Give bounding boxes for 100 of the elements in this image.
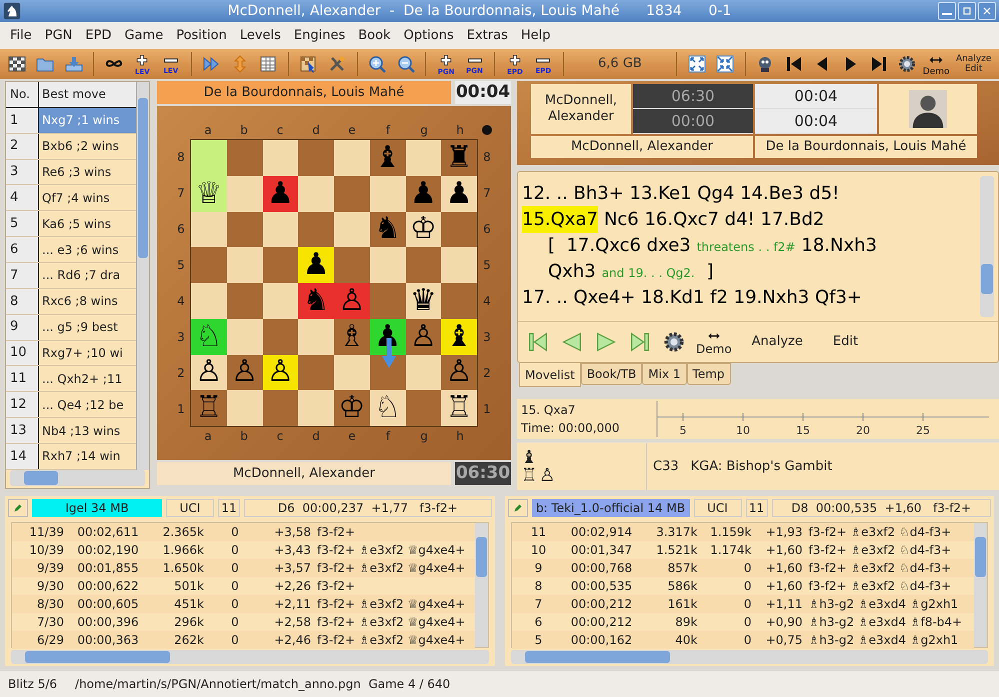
best-move-cell[interactable]: Bxb6 ;2 wins [39, 134, 136, 159]
move-text[interactable]: 17. .. Qxe4+ 18.Kd1 f2 19.Nxh3 Qf3+ [522, 284, 862, 311]
minus-icon [536, 58, 550, 63]
nps-cell-text: 0 [742, 560, 752, 577]
menu-item[interactable]: Game [118, 26, 170, 46]
nodes-cell-text: 451k [173, 596, 205, 613]
column-header[interactable]: Best move [39, 82, 136, 107]
minimize-button[interactable] [938, 2, 956, 20]
nodes-cell-text: 262k [173, 632, 205, 649]
pv-cell-text: f3-f2+ ♗e3xf2 ♕g4xe4+ [316, 596, 466, 613]
depth-cell-text: 6/29 [36, 632, 65, 649]
rank-label: 4 [482, 293, 492, 310]
chess-piece: ♖ [195, 393, 222, 424]
file-label: a [203, 122, 213, 139]
menu-item[interactable]: Position [170, 26, 233, 46]
dark-square [226, 283, 262, 319]
dark-square [441, 212, 477, 248]
move-text[interactable]: ] [700, 258, 714, 285]
vertical-scrollbar[interactable] [980, 176, 994, 317]
engine-summary: D8 00:00,535 +1,60 f3-f2+ [772, 499, 991, 517]
menu-item[interactable]: Options [398, 26, 460, 46]
menu-item[interactable]: EPD [79, 26, 118, 46]
move-text[interactable]: Nc6 16.Qxc7 d4! 17.Bd2 [604, 206, 824, 233]
vertical-scrollbar[interactable] [136, 82, 149, 470]
best-move-cell[interactable]: Rxg7+ ;10 wi [39, 340, 136, 366]
maximize-button[interactable] [958, 2, 976, 20]
menu-item[interactable]: File [4, 26, 38, 46]
analyze-edit-button[interactable]: Analyze Edit [952, 50, 996, 78]
nps-cell-text: 0 [230, 578, 240, 595]
menu-item[interactable]: Book [352, 26, 397, 46]
pv-cell-text: f3-f2+ ♗e3xf2 ♕g4xe4+ [316, 632, 466, 649]
depth-cell-text: 9 [534, 560, 544, 577]
close-button[interactable] [978, 2, 996, 20]
expand-icon [686, 54, 707, 74]
tab[interactable]: Movelist [519, 363, 581, 387]
text-button[interactable]: Analyze [742, 332, 813, 352]
best-move-cell[interactable]: Nb4 ;13 wins [39, 418, 136, 444]
chess-piece: ♙ [231, 357, 258, 388]
score-cell-text: +2,26 [273, 578, 312, 595]
move-text[interactable]: [ 17.Qxc6 dxe3 [548, 232, 691, 259]
scrollbar-thumb[interactable] [975, 537, 986, 577]
vertical-scrollbar[interactable] [474, 523, 488, 647]
player-label: McDonnell, Alexander [531, 84, 631, 134]
horizontal-scrollbar[interactable] [510, 650, 988, 664]
scrollbar-thumb[interactable] [476, 537, 486, 577]
menu-item[interactable]: Help [514, 26, 556, 46]
file-label: b [239, 428, 249, 445]
best-move-cell[interactable]: Re6 ;3 wins [39, 160, 136, 184]
column-header[interactable]: No. [6, 82, 39, 107]
horizontal-scrollbar[interactable] [11, 650, 488, 664]
axis-tick-label: 10 [736, 424, 750, 437]
chess-piece: ♟ [266, 178, 294, 209]
time-cell-text: 00:02,190 [76, 542, 140, 559]
tab[interactable]: Temp [686, 363, 731, 385]
pv-cell-text: f3-f2+ ♗e3xf2 ♕g4xe4+ [316, 560, 466, 577]
chess-piece: ♖ [446, 393, 473, 424]
best-move-cell[interactable]: ... Rd6 ;7 dra [39, 263, 136, 288]
tab[interactable]: Mix 1 [642, 363, 687, 385]
chess-piece: ♔ [338, 393, 366, 424]
menu-item[interactable]: Levels [234, 26, 287, 46]
tab[interactable]: Book/TB [580, 363, 642, 385]
move-text[interactable]: 18.Nxh3 [801, 232, 877, 259]
rank-label: 3 [176, 329, 186, 346]
best-move-cell[interactable]: ... Qe4 ;12 be [39, 392, 136, 418]
move-text[interactable]: 12. .. Bh3+ 13.Ke1 Qg4 14.Be3 d5! [522, 180, 840, 207]
scrollbar-thumb[interactable] [981, 264, 993, 294]
scrollbar-thumb[interactable] [25, 651, 170, 663]
best-move-cell[interactable]: ... g5 ;9 best [39, 314, 136, 340]
time-cell-text: 00:00,212 [570, 614, 634, 631]
vertical-scrollbar[interactable] [974, 523, 987, 647]
chess-piece: ♜ [446, 142, 473, 173]
scrollbar-thumb[interactable] [524, 651, 670, 663]
scrollbar-thumb[interactable] [24, 471, 58, 485]
best-move-cell[interactable]: Ka6 ;5 wins [39, 211, 136, 236]
best-move-cell[interactable]: Rxc6 ;8 wins [39, 288, 136, 314]
best-move-cell[interactable]: ... e3 ;6 wins [39, 237, 136, 262]
best-move-cell[interactable]: Qf7 ;4 wins [39, 185, 136, 210]
demo-button[interactable]: Demo [696, 329, 732, 355]
thread-count: 11 [218, 499, 240, 517]
depth-cell-text: 5 [534, 632, 544, 649]
demo-button[interactable]: Demo [923, 50, 950, 78]
text-button[interactable]: Edit [822, 332, 868, 352]
pv-cell-text: ♗h3-g2 ♗e3xd4 ♗f8-b4+ [808, 614, 964, 631]
menu-item[interactable]: PGN [38, 26, 78, 46]
maximize-icon [961, 5, 973, 17]
scrollbar-thumb[interactable] [138, 98, 148, 258]
menu-item[interactable]: Extras [460, 26, 514, 46]
annotation-comment: threatens . . f2# [696, 239, 796, 256]
move-text[interactable]: Qxh3 [548, 258, 596, 285]
current-move[interactable]: 15.Qxa7 [522, 206, 598, 233]
best-move-cell[interactable]: ... Qxh2+ ;11 [39, 366, 136, 392]
horizontal-scrollbar[interactable] [10, 470, 145, 486]
minus-icon [164, 58, 178, 63]
menu-item[interactable]: Engines [288, 26, 352, 46]
row-number: 9 [6, 314, 39, 340]
best-move-cell[interactable]: Rxh7 ;14 win [39, 444, 136, 469]
rank-label: 6 [176, 221, 186, 238]
rank-label: 1 [176, 401, 186, 418]
settings-button[interactable] [662, 330, 686, 354]
board-cursor-icon [298, 54, 318, 74]
